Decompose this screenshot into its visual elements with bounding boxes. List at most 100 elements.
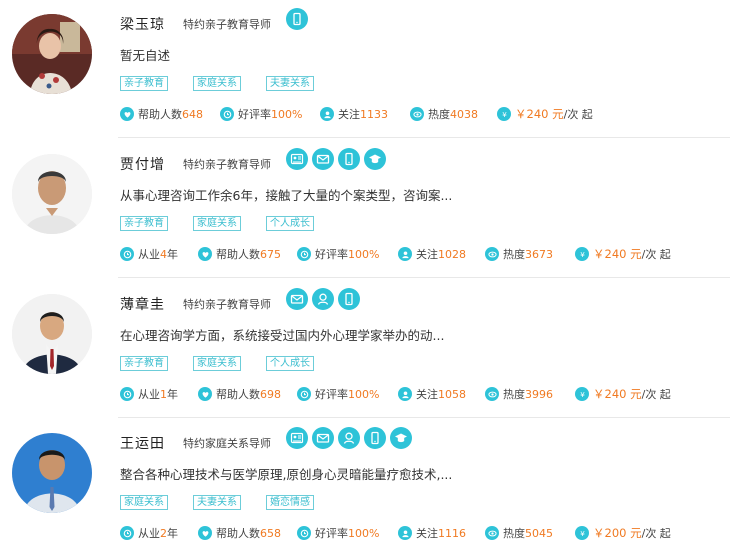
counselor-description: 暂无自述 [120,48,171,63]
stat-followers: 关注 1116 [398,525,466,541]
tag[interactable]: 家庭关系 [120,495,168,510]
svg-text:¥: ¥ [502,110,507,119]
stat-heat: 热度 3673 [485,246,553,262]
tag-list: 亲子教育 家庭关系 夫妻关系 [120,76,339,91]
divider [118,137,730,138]
tag-list: 亲子教育 家庭关系 个人成长 [120,356,339,371]
person-icon [398,526,412,540]
phone-icon[interactable] [364,427,386,449]
yuan-icon: ¥ [497,107,511,121]
tag[interactable]: 个人成长 [266,356,314,371]
stat-rating: 好评率 100% [297,246,379,262]
counselor-name[interactable]: 薄章圭 [120,294,165,314]
person-icon [398,387,412,401]
stat-rating: 好评率 100% [297,386,379,402]
eye-icon [410,107,424,121]
divider [118,417,730,418]
stat-helped: 帮助人数 658 [198,525,281,541]
stat-years: 从业 4 年 [120,246,178,262]
tag[interactable]: 亲子教育 [120,76,168,91]
counselor-name[interactable]: 梁玉琼 [120,14,165,34]
heart-icon [198,247,212,261]
counselor-title: 特约亲子教育导师 [183,18,271,31]
counselor-name[interactable]: 贾付增 [120,154,165,174]
counselor-title: 特约亲子教育导师 [183,158,271,171]
phone-icon[interactable] [286,8,308,30]
heart-icon [120,107,134,121]
video-chat-icon[interactable] [286,148,308,170]
counselor-card[interactable]: 王运田 特约家庭关系导师整合各种心理技术与医学原理,原创身心灵暗能量疗愈技术,..… [0,419,730,554]
counselor-name[interactable]: 王运田 [120,433,165,453]
counselor-card[interactable]: 贾付增 特约亲子教育导师从事心理咨询工作余6年，接触了大量的个案类型，咨询案...… [0,140,730,280]
counselor-title: 特约家庭关系导师 [183,437,271,450]
stat-years: 从业 1 年 [120,386,178,402]
yuan-icon: ¥ [575,526,589,540]
counselor-description: 从事心理咨询工作余6年，接触了大量的个案类型，咨询案... [120,188,453,203]
clock-icon [220,107,234,121]
stat-rating: 好评率 100% [297,525,379,541]
mail-icon[interactable] [312,148,334,170]
tag[interactable]: 个人成长 [266,216,314,231]
avatar[interactable] [12,294,92,374]
person-icon [398,247,412,261]
mail-icon[interactable] [312,427,334,449]
stat-price: ¥ ￥240 元/次 起 [575,246,671,262]
service-icons [286,288,360,310]
tag-list: 家庭关系 夫妻关系 婚恋情感 [120,495,339,510]
tag[interactable]: 婚恋情感 [266,495,314,510]
person-icon [320,107,334,121]
graduation-cap-icon[interactable] [364,148,386,170]
mail-icon[interactable] [286,288,308,310]
clock-icon [120,387,134,401]
tag[interactable]: 家庭关系 [193,216,241,231]
service-icons [286,8,308,30]
eye-icon [485,387,499,401]
tag[interactable]: 亲子教育 [120,356,168,371]
avatar[interactable] [12,433,92,513]
phone-icon[interactable] [338,288,360,310]
service-icons [286,148,386,170]
avatar[interactable] [12,14,92,94]
clock-icon [297,526,311,540]
clock-icon [120,247,134,261]
tag[interactable]: 夫妻关系 [193,495,241,510]
clock-icon [297,247,311,261]
eye-icon [485,247,499,261]
user-icon[interactable] [338,427,360,449]
stat-helped: 帮助人数 698 [198,386,281,402]
counselor-card[interactable]: 梁玉琼 特约亲子教育导师 暂无自述 亲子教育 家庭关系 夫妻关系 帮助人数 648 好评率 100… [0,0,730,140]
stat-followers: 关注 1058 [398,386,466,402]
avatar[interactable] [12,154,92,234]
yuan-icon: ¥ [575,387,589,401]
stat-price: ¥ ￥240 元/次 起 [497,106,593,122]
phone-icon[interactable] [338,148,360,170]
user-icon[interactable] [312,288,334,310]
stat-heat: 热度 5045 [485,525,553,541]
eye-icon [485,526,499,540]
stat-helped: 帮助人数 675 [198,246,281,262]
counselor-description: 整合各种心理技术与医学原理,原创身心灵暗能量疗愈技术,... [120,467,453,482]
tag[interactable]: 家庭关系 [193,356,241,371]
stat-heat: 热度 3996 [485,386,553,402]
clock-icon [297,387,311,401]
svg-text:¥: ¥ [580,529,585,538]
tag-list: 亲子教育 家庭关系 个人成长 [120,216,339,231]
tag[interactable]: 家庭关系 [193,76,241,91]
stat-followers: 关注 1133 [320,106,388,122]
stat-price: ¥ ￥200 元/次 起 [575,525,671,541]
stat-followers: 关注 1028 [398,246,466,262]
video-chat-icon[interactable] [286,427,308,449]
yuan-icon: ¥ [575,247,589,261]
stat-heat: 热度 4038 [410,106,478,122]
stat-price: ¥ ￥240 元/次 起 [575,386,671,402]
tag[interactable]: 亲子教育 [120,216,168,231]
stat-years: 从业 2 年 [120,525,178,541]
tag[interactable]: 夫妻关系 [266,76,314,91]
graduation-cap-icon[interactable] [390,427,412,449]
heart-icon [198,526,212,540]
counselor-card[interactable]: 薄章圭 特约亲子教育导师 在心理咨询学方面，系统接受过国内外心理学家举办的动... 亲… [0,280,730,420]
counselor-title: 特约亲子教育导师 [183,298,271,311]
service-icons [286,427,412,449]
clock-icon [120,526,134,540]
stat-helped: 帮助人数 648 [120,106,203,122]
